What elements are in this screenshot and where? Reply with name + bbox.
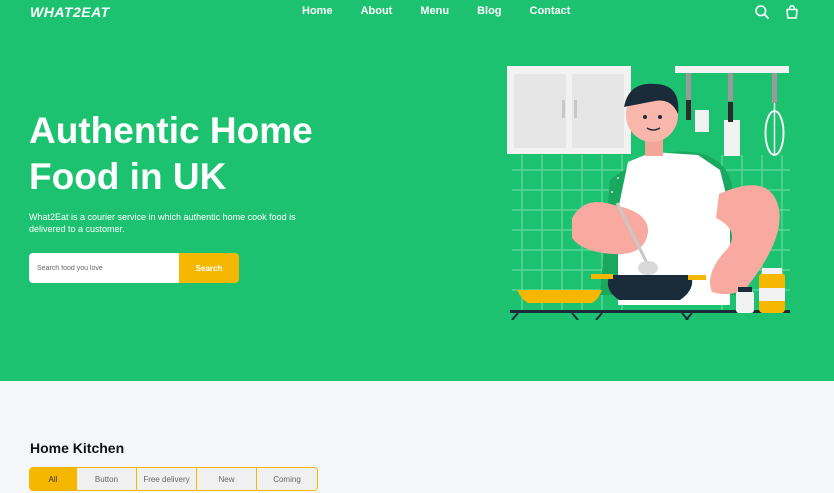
hero-title-line-1: Authentic Home <box>29 110 313 151</box>
hero-subtitle: What2Eat is a courier service in which a… <box>29 212 296 234</box>
chef-cooking-illustration <box>507 66 790 320</box>
filter-coming[interactable]: Coming <box>257 468 317 490</box>
main-nav: Home About Menu Blog Contact <box>302 5 570 17</box>
hero-title: Authentic Home Food in UK <box>29 108 313 200</box>
filter-button[interactable]: Button <box>77 468 137 490</box>
search-icon[interactable] <box>754 4 770 20</box>
nav-blog[interactable]: Blog <box>477 5 501 17</box>
nav-about[interactable]: About <box>361 5 393 17</box>
shopping-bag-icon[interactable] <box>784 4 800 20</box>
nav-menu[interactable]: Menu <box>420 5 449 17</box>
filter-all[interactable]: All <box>30 468 77 490</box>
search-input[interactable] <box>29 253 179 283</box>
hero-title-line-2: Food in UK <box>29 156 227 197</box>
header-actions <box>754 4 800 20</box>
filter-new[interactable]: New <box>197 468 257 490</box>
nav-contact[interactable]: Contact <box>530 5 571 17</box>
filter-free-delivery[interactable]: Free delivery <box>137 468 197 490</box>
hero-section: WHAT2EAT Home About Menu Blog Contact Au… <box>0 0 834 381</box>
search-button[interactable]: Search <box>179 253 239 283</box>
nav-home[interactable]: Home <box>302 5 333 17</box>
logo[interactable]: WHAT2EAT <box>30 4 110 20</box>
section-title: Home Kitchen <box>30 440 125 456</box>
search-bar: Search <box>29 253 239 283</box>
filter-tabs: All Button Free delivery New Coming <box>29 467 318 491</box>
